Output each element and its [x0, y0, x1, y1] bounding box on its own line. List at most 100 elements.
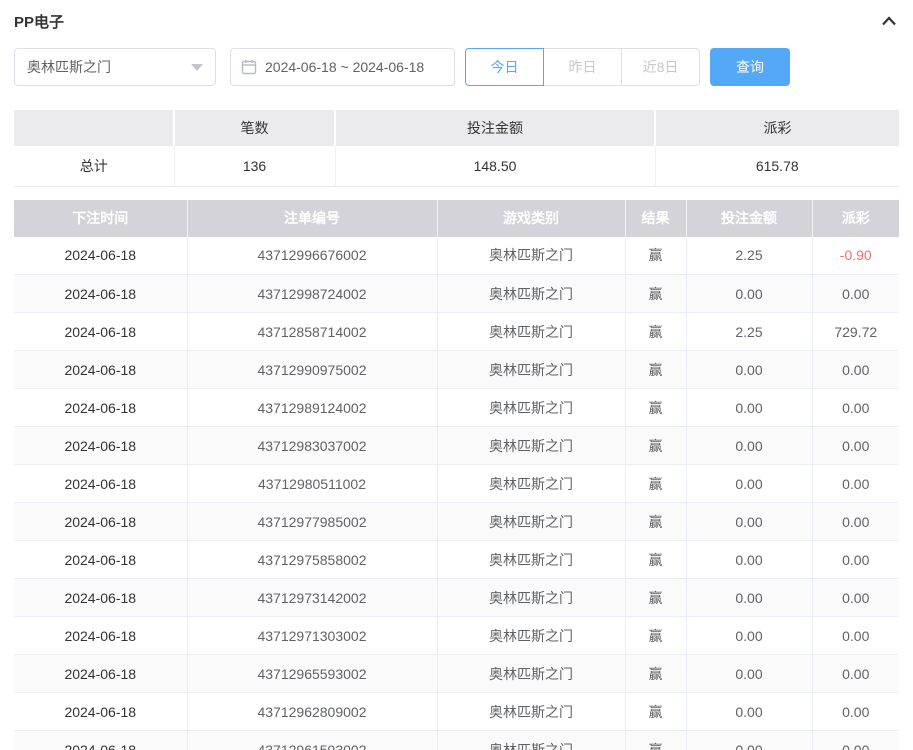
bet-time-cell: 2024-06-18	[14, 579, 187, 617]
header-game-category: 游戏类别	[437, 200, 625, 237]
table-row: 2024-06-18 43712983037002 奥林匹斯之门 赢 0.00 …	[14, 427, 899, 465]
bet-amount-cell: 0.00	[686, 389, 812, 427]
payout-cell: 0.00	[812, 579, 899, 617]
payout-cell: 0.00	[812, 731, 899, 750]
bet-amount-cell: 0.00	[686, 503, 812, 541]
result-cell: 赢	[625, 693, 686, 731]
summary-total-bet-amount: 148.50	[335, 146, 655, 186]
panel-header: PP电子	[14, 6, 899, 36]
order-number-cell: 43712977985002	[187, 503, 437, 541]
payout-cell: 0.00	[812, 541, 899, 579]
panel-title: PP电子	[14, 11, 64, 32]
pp-games-panel: PP电子 奥林匹斯之门 2024-06-18 ~ 2024-06-18 今日 昨…	[0, 0, 913, 750]
payout-cell: 0.00	[812, 427, 899, 465]
table-row: 2024-06-18 43712971303002 奥林匹斯之门 赢 0.00 …	[14, 617, 899, 655]
result-cell: 赢	[625, 541, 686, 579]
bet-amount-cell: 0.00	[686, 617, 812, 655]
summary-table: 笔数 投注金额 派彩 总计 136 148.50 615.78	[14, 110, 899, 187]
payout-cell: 0.00	[812, 503, 899, 541]
table-row: 2024-06-18 43712980511002 奥林匹斯之门 赢 0.00 …	[14, 465, 899, 503]
date-range-value: 2024-06-18 ~ 2024-06-18	[265, 59, 424, 75]
game-category-cell: 奥林匹斯之门	[437, 313, 625, 351]
bet-time-cell: 2024-06-18	[14, 237, 187, 275]
table-row: 2024-06-18 43712977985002 奥林匹斯之门 赢 0.00 …	[14, 503, 899, 541]
quick-button-today[interactable]: 今日	[465, 48, 544, 86]
payout-cell: -0.90	[812, 237, 899, 275]
bet-amount-cell: 0.00	[686, 693, 812, 731]
payout-cell: 0.00	[812, 275, 899, 313]
order-number-cell: 43712990975002	[187, 351, 437, 389]
game-category-cell: 奥林匹斯之门	[437, 693, 625, 731]
order-number-cell: 43712962809002	[187, 693, 437, 731]
table-row: 2024-06-18 43712965593002 奥林匹斯之门 赢 0.00 …	[14, 655, 899, 693]
order-number-cell: 43712980511002	[187, 465, 437, 503]
bet-amount-cell: 0.00	[686, 579, 812, 617]
bet-time-cell: 2024-06-18	[14, 541, 187, 579]
result-cell: 赢	[625, 313, 686, 351]
bet-time-cell: 2024-06-18	[14, 275, 187, 313]
game-category-cell: 奥林匹斯之门	[437, 655, 625, 693]
bet-time-cell: 2024-06-18	[14, 351, 187, 389]
payout-cell: 0.00	[812, 389, 899, 427]
bet-amount-cell: 0.00	[686, 427, 812, 465]
payout-cell: 0.00	[812, 655, 899, 693]
bet-table-header-row: 下注时间 注单编号 游戏类别 结果 投注金额 派彩	[14, 200, 899, 237]
bet-time-cell: 2024-06-18	[14, 693, 187, 731]
result-cell: 赢	[625, 503, 686, 541]
table-row: 2024-06-18 43712858714002 奥林匹斯之门 赢 2.25 …	[14, 313, 899, 351]
header-order-number: 注单编号	[187, 200, 437, 237]
payout-cell: 729.72	[812, 313, 899, 351]
order-number-cell: 43712961593002	[187, 731, 437, 750]
game-category-cell: 奥林匹斯之门	[437, 389, 625, 427]
payout-cell: 0.00	[812, 693, 899, 731]
game-category-cell: 奥林匹斯之门	[437, 617, 625, 655]
table-row: 2024-06-18 43712996676002 奥林匹斯之门 赢 2.25 …	[14, 237, 899, 275]
order-number-cell: 43712973142002	[187, 579, 437, 617]
search-button[interactable]: 查询	[710, 48, 790, 86]
collapse-button[interactable]	[879, 12, 899, 30]
result-cell: 赢	[625, 389, 686, 427]
bet-amount-cell: 0.00	[686, 275, 812, 313]
order-number-cell: 43712989124002	[187, 389, 437, 427]
result-cell: 赢	[625, 731, 686, 750]
bet-records-table: 下注时间 注单编号 游戏类别 结果 投注金额 派彩 2024-06-18 437…	[14, 200, 899, 750]
table-row: 2024-06-18 43712990975002 奥林匹斯之门 赢 0.00 …	[14, 351, 899, 389]
order-number-cell: 43712971303002	[187, 617, 437, 655]
payout-cell: 0.00	[812, 617, 899, 655]
quick-button-yesterday[interactable]: 昨日	[543, 48, 622, 86]
bet-amount-cell: 0.00	[686, 731, 812, 750]
summary-header-blank	[14, 110, 174, 146]
bet-time-cell: 2024-06-18	[14, 731, 187, 750]
result-cell: 赢	[625, 465, 686, 503]
filter-bar: 奥林匹斯之门 2024-06-18 ~ 2024-06-18 今日 昨日 近8日…	[14, 48, 899, 86]
quick-button-last-8-days[interactable]: 近8日	[621, 48, 700, 86]
table-row: 2024-06-18 43712989124002 奥林匹斯之门 赢 0.00 …	[14, 389, 899, 427]
summary-total-row: 总计 136 148.50 615.78	[14, 146, 899, 186]
result-cell: 赢	[625, 617, 686, 655]
order-number-cell: 43712983037002	[187, 427, 437, 465]
bet-time-cell: 2024-06-18	[14, 313, 187, 351]
summary-header-payout: 派彩	[655, 110, 899, 146]
bet-table-body: 2024-06-18 43712996676002 奥林匹斯之门 赢 2.25 …	[14, 237, 899, 750]
bet-time-cell: 2024-06-18	[14, 655, 187, 693]
table-row: 2024-06-18 43712962809002 奥林匹斯之门 赢 0.00 …	[14, 693, 899, 731]
game-category-cell: 奥林匹斯之门	[437, 541, 625, 579]
game-category-cell: 奥林匹斯之门	[437, 237, 625, 275]
summary-header-row: 笔数 投注金额 派彩	[14, 110, 899, 146]
bet-time-cell: 2024-06-18	[14, 427, 187, 465]
header-bet-time: 下注时间	[14, 200, 187, 237]
bet-time-cell: 2024-06-18	[14, 617, 187, 655]
header-bet-amount: 投注金额	[686, 200, 812, 237]
bet-amount-cell: 2.25	[686, 313, 812, 351]
order-number-cell: 43712965593002	[187, 655, 437, 693]
game-category-cell: 奥林匹斯之门	[437, 275, 625, 313]
game-select[interactable]: 奥林匹斯之门	[14, 48, 216, 86]
table-row: 2024-06-18 43712998724002 奥林匹斯之门 赢 0.00 …	[14, 275, 899, 313]
result-cell: 赢	[625, 237, 686, 275]
order-number-cell: 43712975858002	[187, 541, 437, 579]
payout-cell: 0.00	[812, 351, 899, 389]
header-result: 结果	[625, 200, 686, 237]
bet-amount-cell: 0.00	[686, 351, 812, 389]
chevron-down-icon	[191, 64, 203, 71]
date-range-input[interactable]: 2024-06-18 ~ 2024-06-18	[230, 48, 455, 86]
